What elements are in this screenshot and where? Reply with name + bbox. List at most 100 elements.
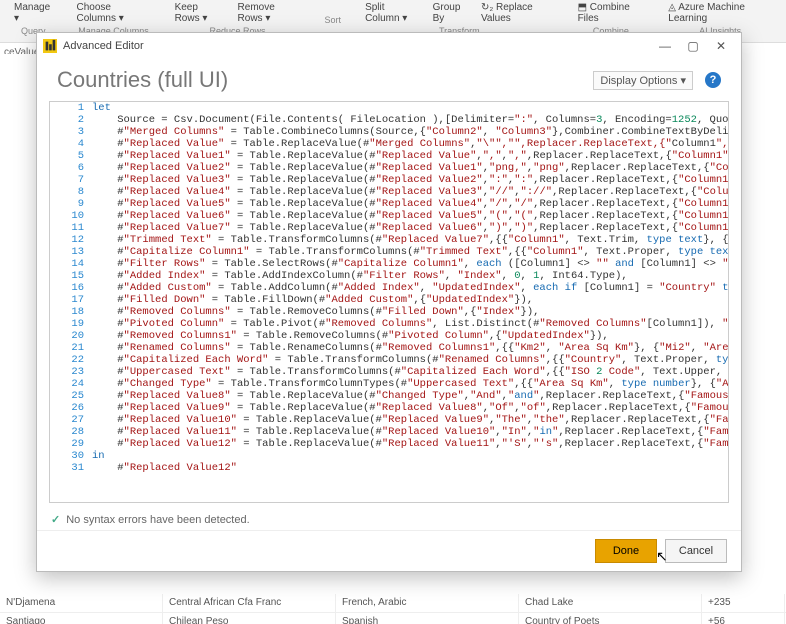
code-text[interactable]: #"Added Index" = Table.AddIndexColumn(#"… <box>92 270 728 282</box>
code-line[interactable]: 9 #"Replaced Value5" = Table.ReplaceValu… <box>50 198 728 210</box>
combine-files-button[interactable]: ⬒ Combine Files <box>578 2 645 24</box>
table-row[interactable]: SantiagoChilean PesoSpanishCountry of Po… <box>0 613 786 624</box>
code-text[interactable]: #"Removed Columns" = Table.RemoveColumns… <box>92 306 728 318</box>
code-line[interactable]: 5 #"Replaced Value1" = Table.ReplaceValu… <box>50 150 728 162</box>
ribbon-group-ai: ◬ Azure Machine Learning AI Insights <box>668 2 772 36</box>
code-text[interactable]: #"Filter Rows" = Table.SelectRows(#"Capi… <box>92 258 729 270</box>
minimize-button[interactable]: — <box>651 36 679 56</box>
table-cell[interactable]: Chilean Peso <box>163 613 336 624</box>
code-text[interactable]: #"Merged Columns" = Table.CombineColumns… <box>92 126 729 138</box>
code-text[interactable]: #"Capitalize Column1" = Table.TransformC… <box>92 246 729 258</box>
code-text[interactable]: #"Replaced Value1" = Table.ReplaceValue(… <box>92 150 729 162</box>
code-line[interactable]: 3 #"Merged Columns" = Table.CombineColum… <box>50 126 728 138</box>
code-text[interactable]: #"Replaced Value12" <box>92 462 728 474</box>
help-icon[interactable]: ? <box>705 72 721 88</box>
advanced-editor-dialog: Advanced Editor — ▢ ✕ Countries (full UI… <box>36 32 742 572</box>
code-text[interactable]: #"Replaced Value5" = Table.ReplaceValue(… <box>92 198 729 210</box>
code-line[interactable]: 12 #"Trimmed Text" = Table.TransformColu… <box>50 234 728 246</box>
code-text[interactable]: #"Changed Type" = Table.TransformColumnT… <box>92 378 729 390</box>
code-line[interactable]: 2 Source = Csv.Document(File.Contents( F… <box>50 114 728 126</box>
azure-ml-button[interactable]: ◬ Azure Machine Learning <box>668 2 772 24</box>
code-text[interactable]: #"Replaced Value11" = Table.ReplaceValue… <box>92 426 729 438</box>
check-icon: ✓ <box>51 513 60 526</box>
code-line[interactable]: 15 #"Added Index" = Table.AddIndexColumn… <box>50 270 728 282</box>
table-cell[interactable]: Country of Poets <box>519 613 702 624</box>
table-cell[interactable]: +56 <box>702 613 785 624</box>
code-text[interactable]: #"Replaced Value10" = Table.ReplaceValue… <box>92 414 729 426</box>
ribbon-group-transform: Split Column ▾ Group By ↻₂ Replace Value… <box>365 2 554 36</box>
cancel-button[interactable]: Cancel <box>665 539 727 563</box>
code-editor[interactable]: 1let2 Source = Csv.Document(File.Content… <box>49 101 729 503</box>
code-text[interactable]: #"Replaced Value4" = Table.ReplaceValue(… <box>92 186 729 198</box>
keep-rows-dropdown[interactable]: Keep Rows ▾ <box>175 2 226 24</box>
code-line[interactable]: 7 #"Replaced Value3" = Table.ReplaceValu… <box>50 174 728 186</box>
code-text[interactable]: #"Replaced Value12" = Table.ReplaceValue… <box>92 438 729 450</box>
table-cell[interactable]: +235 <box>702 594 785 612</box>
code-text[interactable]: #"Replaced Value7" = Table.ReplaceValue(… <box>92 222 729 234</box>
code-line[interactable]: 28 #"Replaced Value11" = Table.ReplaceVa… <box>50 426 728 438</box>
table-cell[interactable]: N'Djamena <box>0 594 163 612</box>
code-line[interactable]: 25 #"Replaced Value8" = Table.ReplaceVal… <box>50 390 728 402</box>
code-line[interactable]: 4 #"Replaced Value" = Table.ReplaceValue… <box>50 138 728 150</box>
code-text[interactable]: #"Filled Down" = Table.FillDown(#"Added … <box>92 294 728 306</box>
group-by-button[interactable]: Group By <box>433 2 469 24</box>
code-line[interactable]: 11 #"Replaced Value7" = Table.ReplaceVal… <box>50 222 728 234</box>
code-text[interactable]: #"Removed Columns1" = Table.RemoveColumn… <box>92 330 728 342</box>
line-number: 25 <box>50 390 92 402</box>
code-text[interactable]: #"Replaced Value9" = Table.ReplaceValue(… <box>92 402 729 414</box>
code-text[interactable]: in <box>92 450 728 462</box>
code-text[interactable]: Source = Csv.Document(File.Contents( Fil… <box>92 114 729 126</box>
code-line[interactable]: 13 #"Capitalize Column1" = Table.Transfo… <box>50 246 728 258</box>
table-row[interactable]: N'DjamenaCentral African Cfa FrancFrench… <box>0 594 786 613</box>
code-line[interactable]: 24 #"Changed Type" = Table.TransformColu… <box>50 378 728 390</box>
code-line[interactable]: 16 #"Added Custom" = Table.AddColumn(#"A… <box>50 282 728 294</box>
split-column-dropdown[interactable]: Split Column ▾ <box>365 2 421 24</box>
code-line[interactable]: 21 #"Renamed Columns" = Table.RenameColu… <box>50 342 728 354</box>
line-number: 6 <box>50 162 92 174</box>
close-button[interactable]: ✕ <box>707 36 735 56</box>
code-line[interactable]: 31 #"Replaced Value12" <box>50 462 728 474</box>
code-text[interactable]: #"Replaced Value6" = Table.ReplaceValue(… <box>92 210 729 222</box>
app-icon <box>43 39 57 53</box>
table-cell[interactable]: Chad Lake <box>519 594 702 612</box>
code-text[interactable]: let <box>92 102 728 114</box>
code-line[interactable]: 26 #"Replaced Value9" = Table.ReplaceVal… <box>50 402 728 414</box>
code-line[interactable]: 8 #"Replaced Value4" = Table.ReplaceValu… <box>50 186 728 198</box>
table-cell[interactable]: Central African Cfa Franc <box>163 594 336 612</box>
code-text[interactable]: #"Replaced Value" = Table.ReplaceValue(#… <box>92 138 729 150</box>
code-line[interactable]: 22 #"Capitalized Each Word" = Table.Tran… <box>50 354 728 366</box>
code-line[interactable]: 10 #"Replaced Value6" = Table.ReplaceVal… <box>50 210 728 222</box>
maximize-button[interactable]: ▢ <box>679 36 707 56</box>
code-line[interactable]: 29 #"Replaced Value12" = Table.ReplaceVa… <box>50 438 728 450</box>
code-text[interactable]: #"Replaced Value8" = Table.ReplaceValue(… <box>92 390 729 402</box>
code-text[interactable]: #"Renamed Columns" = Table.RenameColumns… <box>92 342 729 354</box>
choose-columns-dropdown[interactable]: Choose Columns ▾ <box>77 2 151 24</box>
code-line[interactable]: 20 #"Removed Columns1" = Table.RemoveCol… <box>50 330 728 342</box>
table-cell[interactable]: French, Arabic <box>336 594 519 612</box>
code-line[interactable]: 30in <box>50 450 728 462</box>
code-text[interactable]: #"Trimmed Text" = Table.TransformColumns… <box>92 234 729 246</box>
code-line[interactable]: 14 #"Filter Rows" = Table.SelectRows(#"C… <box>50 258 728 270</box>
code-line[interactable]: 27 #"Replaced Value10" = Table.ReplaceVa… <box>50 414 728 426</box>
table-cell[interactable]: Santiago <box>0 613 163 624</box>
code-text[interactable]: #"Pivoted Column" = Table.Pivot(#"Remove… <box>92 318 729 330</box>
code-line[interactable]: 6 #"Replaced Value2" = Table.ReplaceValu… <box>50 162 728 174</box>
code-line[interactable]: 1let <box>50 102 728 114</box>
code-text[interactable]: #"Replaced Value2" = Table.ReplaceValue(… <box>92 162 729 174</box>
line-number: 5 <box>50 150 92 162</box>
line-number: 29 <box>50 438 92 450</box>
code-line[interactable]: 23 #"Uppercased Text" = Table.TransformC… <box>50 366 728 378</box>
display-options-dropdown[interactable]: Display Options ▾ <box>593 71 693 90</box>
code-text[interactable]: #"Uppercased Text" = Table.TransformColu… <box>92 366 729 378</box>
table-cell[interactable]: Spanish <box>336 613 519 624</box>
code-line[interactable]: 17 #"Filled Down" = Table.FillDown(#"Add… <box>50 294 728 306</box>
done-button[interactable]: Done <box>595 539 657 563</box>
code-text[interactable]: #"Capitalized Each Word" = Table.Transfo… <box>92 354 729 366</box>
code-line[interactable]: 18 #"Removed Columns" = Table.RemoveColu… <box>50 306 728 318</box>
code-text[interactable]: #"Added Custom" = Table.AddColumn(#"Adde… <box>92 282 729 294</box>
code-line[interactable]: 19 #"Pivoted Column" = Table.Pivot(#"Rem… <box>50 318 728 330</box>
code-text[interactable]: #"Replaced Value3" = Table.ReplaceValue(… <box>92 174 729 186</box>
manage-dropdown[interactable]: Manage ▾ <box>14 2 53 24</box>
replace-values-button[interactable]: ↻₂ Replace Values <box>481 2 554 24</box>
remove-rows-dropdown[interactable]: Remove Rows ▾ <box>238 2 301 24</box>
